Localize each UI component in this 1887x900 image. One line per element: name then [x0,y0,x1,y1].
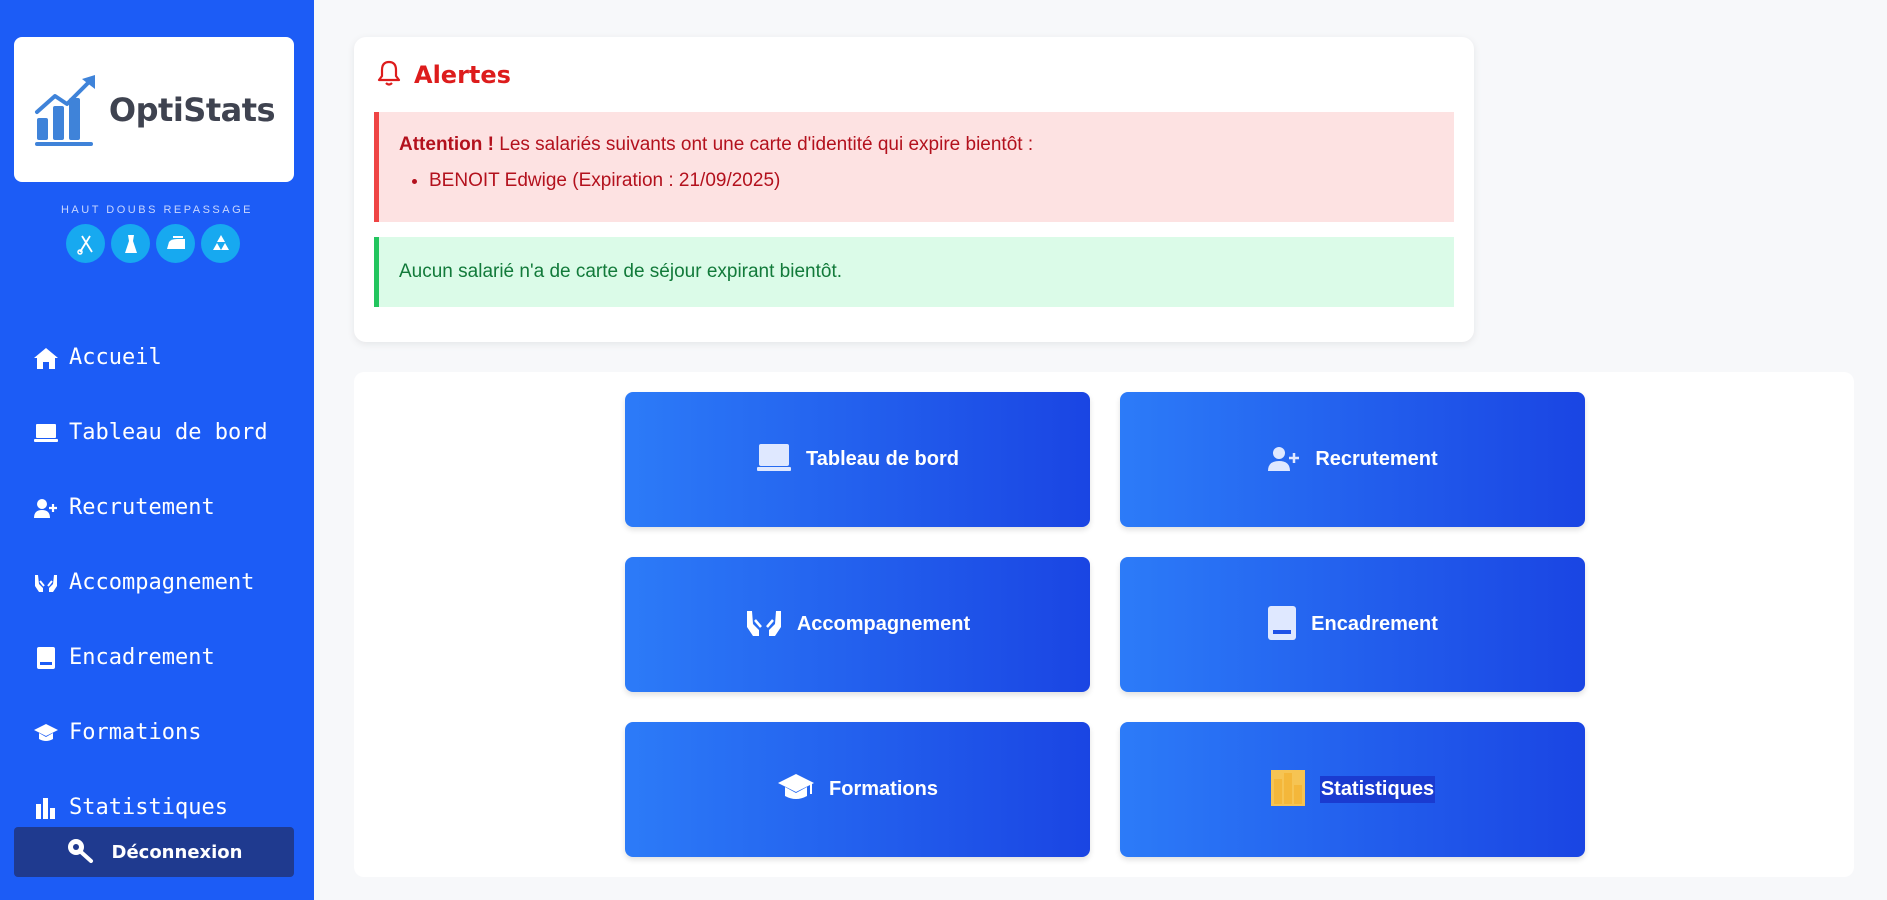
tile-label: Accompagnement [796,613,971,635]
sidebar-item-label: Formations [69,720,202,745]
laptop-icon [756,442,792,478]
sidebar-item-label: Accompagnement [69,570,255,595]
alert-text: Les salariés suivants ont une carte d'id… [493,134,1034,155]
alert-message: Attention ! Les salariés suivants ont un… [399,134,1434,156]
brand-name: OptiStats [108,90,276,129]
tile-label: Encadrement [1311,613,1438,635]
tile-label: Recrutement [1315,448,1438,470]
tile-label: Formations [829,778,938,800]
sewing-icon [66,224,105,263]
sidebar-item-encadrement[interactable]: Encadrement [0,620,314,695]
sidebar-item-label: Recrutement [69,495,215,520]
user-plus-icon [1267,444,1301,476]
alert-text: Aucun salarié n'a de carte de séjour exp… [399,261,843,282]
book-icon [1267,605,1297,645]
book-icon [33,645,59,671]
partner-name: HAUT DOUBS REPASSAGE [60,204,254,216]
alerts-title: Alertes [414,61,511,89]
partner-logo: HAUT DOUBS REPASSAGE [0,204,314,263]
home-icon [33,345,59,371]
tile-formations[interactable]: Formations [625,722,1090,857]
logout-button[interactable]: Déconnexion [14,827,294,877]
sidebar-item-label: Tableau de bord [69,420,268,445]
alerts-header: Alertes [376,59,511,91]
sidebar-item-label: Accueil [69,345,162,370]
alerts-card: Alertes Attention ! Les salariés suivant… [354,37,1474,342]
tile-accompagnement[interactable]: Accompagnement [625,557,1090,692]
id-card-expiry-alert: Attention ! Les salariés suivants ont un… [374,112,1454,222]
tile-encadrement[interactable]: Encadrement [1120,557,1585,692]
tile-tableau-de-bord[interactable]: Tableau de bord [625,392,1090,527]
user-plus-icon [33,495,59,521]
iron-icon [156,224,195,263]
tile-label: Statistiques [1319,776,1436,803]
bar-chart-icon [33,795,59,821]
sidebar-item-accompagnement[interactable]: Accompagnement [0,545,314,620]
brand-logo[interactable]: OptiStats [14,37,294,182]
sidebar-item-accueil[interactable]: Accueil [0,320,314,395]
tile-statistiques[interactable]: Statistiques [1120,722,1585,857]
list-item: BENOIT Edwige (Expiration : 21/09/2025) [429,170,1434,192]
bell-icon [376,59,402,91]
hands-icon [33,570,59,596]
alert-strong: Attention ! [399,134,494,155]
tile-label: Tableau de bord [806,448,959,470]
expiring-employees-list: BENOIT Edwige (Expiration : 21/09/2025) [399,170,1434,192]
graduation-cap-icon [777,772,815,808]
hands-icon [745,608,783,642]
sidebar-item-tableau-de-bord[interactable]: Tableau de bord [0,395,314,470]
recycle-icon [201,224,240,263]
sidebar: OptiStats HAUT DOUBS REPASSAGE Accueil T… [0,0,314,900]
residence-permit-alert: Aucun salarié n'a de carte de séjour exp… [374,237,1454,307]
sidebar-item-label: Statistiques [69,795,228,820]
sidebar-item-label: Encadrement [69,645,215,670]
bar-chart-icon [1270,769,1306,811]
growth-chart-icon [34,74,95,146]
tile-recrutement[interactable]: Recrutement [1120,392,1585,527]
sidebar-item-recrutement[interactable]: Recrutement [0,470,314,545]
graduation-cap-icon [33,720,59,746]
sidebar-item-formations[interactable]: Formations [0,695,314,770]
dress-icon [111,224,150,263]
key-icon [66,837,94,867]
quick-access-panel: Tableau de bord Recrutement Accompagneme… [354,372,1854,877]
logout-label: Déconnexion [111,841,243,863]
laptop-icon [33,420,59,446]
sidebar-nav: Accueil Tableau de bord Recrutement Acco… [0,320,314,845]
